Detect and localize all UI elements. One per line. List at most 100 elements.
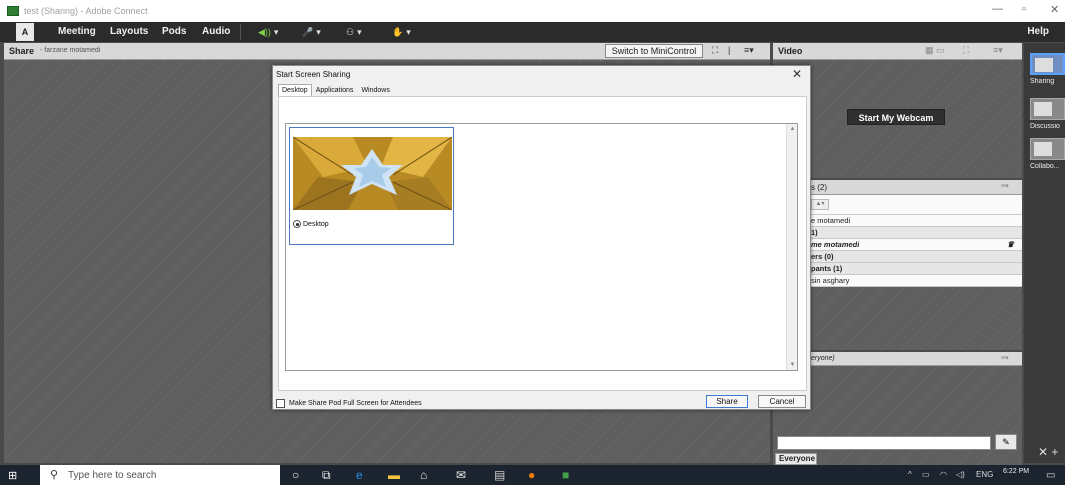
app-icon xyxy=(7,6,19,16)
language-indicator[interactable]: ENG xyxy=(976,470,993,479)
share-pod-header: Share - farzane motamedi Switch to MiniC… xyxy=(4,43,770,60)
cancel-button[interactable]: Cancel xyxy=(758,395,806,408)
menu-help[interactable]: Help xyxy=(1027,26,1049,37)
windows-start-icon[interactable]: ⊞ xyxy=(8,469,17,482)
speaker-icon: ◀)) xyxy=(258,26,271,37)
chat-send-button[interactable]: ✎ xyxy=(995,434,1017,450)
attendee-name: sin asghary xyxy=(811,276,850,285)
switch-to-minicontrol-button[interactable]: Switch to MiniControl xyxy=(605,44,703,58)
restore-button[interactable]: ▫ xyxy=(1022,3,1026,15)
divider-icon: | xyxy=(728,45,731,55)
layout-thumbnail xyxy=(1030,138,1065,160)
share-presenter-name: - farzane motamedi xyxy=(40,47,101,54)
layout-discussion[interactable]: Discussio xyxy=(1030,98,1065,130)
layout-label: Sharing xyxy=(1030,78,1055,85)
start-my-webcam-button[interactable]: Start My Webcam xyxy=(847,109,945,125)
menu-separator xyxy=(240,24,241,40)
desktop-radio-option[interactable]: Desktop xyxy=(293,220,329,228)
mail-icon[interactable]: ✉ xyxy=(456,468,466,482)
share-pod-title: Share xyxy=(9,46,35,56)
scroll-up-icon[interactable]: ▲ xyxy=(788,126,797,132)
microphone-icon: 🎤 xyxy=(302,26,314,37)
webcam-icon: ⚇ xyxy=(346,26,355,37)
volume-icon[interactable]: ◁) xyxy=(956,470,965,479)
layouts-panel: Sharing Discussio Collabo... ✕ + xyxy=(1024,43,1065,463)
desktop-list: Desktop ▲ ▼ xyxy=(285,123,798,371)
search-icon: ⚲ xyxy=(50,469,59,481)
taskbar-search[interactable]: ⚲ Type here to search xyxy=(40,465,280,485)
window-title: test (Sharing) - Adobe Connect xyxy=(24,6,148,16)
close-icon[interactable]: ✕ xyxy=(792,67,802,81)
layout-collaboration[interactable]: Collabo... xyxy=(1030,138,1065,170)
menu-pods[interactable]: Pods xyxy=(162,26,186,37)
group-label: pants (1) xyxy=(811,264,843,273)
layout-thumbnail xyxy=(1030,53,1065,75)
fullscreen-checkbox[interactable] xyxy=(276,399,285,408)
tray-chevron-icon[interactable]: ^ xyxy=(908,470,912,479)
pod-menu-icon[interactable]: ≡▾ xyxy=(993,45,1003,56)
dialog-title: Start Screen Sharing xyxy=(276,70,351,79)
pod-menu-icon[interactable]: ≡▾ xyxy=(1001,182,1009,190)
raise-hand-button[interactable]: ✋ ▾ xyxy=(392,25,411,39)
chat-everyone-tab[interactable]: Everyone xyxy=(775,453,817,465)
adobe-connect-taskbar-icon[interactable]: ■ xyxy=(562,468,569,482)
send-icon: ✎ xyxy=(1002,437,1010,447)
grid-view-icon[interactable]: ▦ ▭ xyxy=(925,45,945,56)
cortana-icon[interactable]: ○ xyxy=(292,468,299,482)
edge-browser-icon[interactable]: e xyxy=(356,468,363,482)
fullscreen-icon[interactable]: ⛶ xyxy=(963,45,969,56)
task-view-icon[interactable]: ⧉ xyxy=(322,468,331,483)
network-icon[interactable]: ▭ xyxy=(922,470,930,479)
group-label: 1) xyxy=(811,228,818,237)
windows-taskbar: ⊞ ⚲ Type here to search ○ ⧉ e ▬ ⌂ ✉ ▤ ● … xyxy=(0,465,1065,485)
chat-pod-title: eryone) xyxy=(811,355,835,362)
speaker-button[interactable]: ◀)) ▾ xyxy=(258,25,278,39)
chevron-down-icon: ▾ xyxy=(406,26,411,37)
microphone-button[interactable]: 🎤 ▾ xyxy=(302,25,321,39)
menu-bar: A Meeting Layouts Pods Audio ◀)) ▾ 🎤 ▾ ⚇ ▾ … xyxy=(0,22,1065,42)
chevron-down-icon: ▾ xyxy=(316,26,321,37)
vertical-scrollbar[interactable]: ▲ ▼ xyxy=(786,124,797,370)
menu-meeting[interactable]: Meeting xyxy=(58,26,96,37)
layout-sharing[interactable]: Sharing xyxy=(1030,53,1065,85)
attendee-name: e motamedi xyxy=(811,216,851,225)
fullscreen-checkbox-label: Make Share Pod Full Screen for Attendees xyxy=(289,400,422,407)
pod-menu-icon[interactable]: ≡▾ xyxy=(1001,354,1009,362)
attendee-name: me motamedi xyxy=(811,240,860,249)
app-icon[interactable]: ▤ xyxy=(494,468,505,482)
window-titlebar: test (Sharing) - Adobe Connect — ▫ ✕ xyxy=(0,0,1065,22)
clock-time: 6:22 PM xyxy=(1003,468,1030,475)
add-icon[interactable]: + xyxy=(1051,445,1058,459)
layout-thumbnail xyxy=(1030,98,1065,120)
file-explorer-icon[interactable]: ▬ xyxy=(388,468,400,482)
wifi-icon[interactable]: ◠ xyxy=(940,470,947,479)
menu-audio[interactable]: Audio xyxy=(202,26,230,37)
taskbar-clock[interactable]: 6:22 PM xyxy=(1003,468,1029,476)
group-label: ers (0) xyxy=(811,252,834,261)
firefox-icon[interactable]: ● xyxy=(528,468,535,482)
close-icon[interactable]: ✕ xyxy=(1038,445,1048,459)
desktop-option-card[interactable]: Desktop xyxy=(289,127,454,245)
share-button[interactable]: Share xyxy=(706,395,748,408)
attendees-count: s (2) xyxy=(811,183,827,192)
fullscreen-checkbox-row[interactable]: Make Share Pod Full Screen for Attendees xyxy=(276,399,422,408)
notifications-icon[interactable]: ▭ xyxy=(1046,470,1055,481)
raise-hand-icon: ✋ xyxy=(392,26,404,37)
desktop-option-label: Desktop xyxy=(303,220,329,228)
close-window-button[interactable]: ✕ xyxy=(1050,3,1059,16)
host-icon: ♛ xyxy=(1006,240,1014,249)
webcam-button[interactable]: ⚇ ▾ xyxy=(346,25,362,39)
fullscreen-icon[interactable]: ⛶ xyxy=(712,45,718,56)
start-screen-sharing-dialog: Start Screen Sharing ✕ Desktop Applicati… xyxy=(272,65,811,410)
minimize-button[interactable]: — xyxy=(992,3,1003,15)
pod-menu-icon[interactable]: ≡▾ xyxy=(744,45,754,56)
video-pod-header: Video ▦ ▭ ⛶ ≡▾ xyxy=(773,43,1022,60)
menu-layouts[interactable]: Layouts xyxy=(110,26,148,37)
store-icon[interactable]: ⌂ xyxy=(420,468,427,482)
tab-panel: Desktop ▲ ▼ xyxy=(278,96,807,391)
chevron-down-icon: ▾ xyxy=(273,26,279,37)
attendee-status-icon[interactable]: ▲▾ xyxy=(811,199,829,210)
scroll-down-icon[interactable]: ▼ xyxy=(788,362,797,368)
chat-input[interactable] xyxy=(777,436,991,450)
layout-label: Collabo... xyxy=(1030,163,1060,170)
